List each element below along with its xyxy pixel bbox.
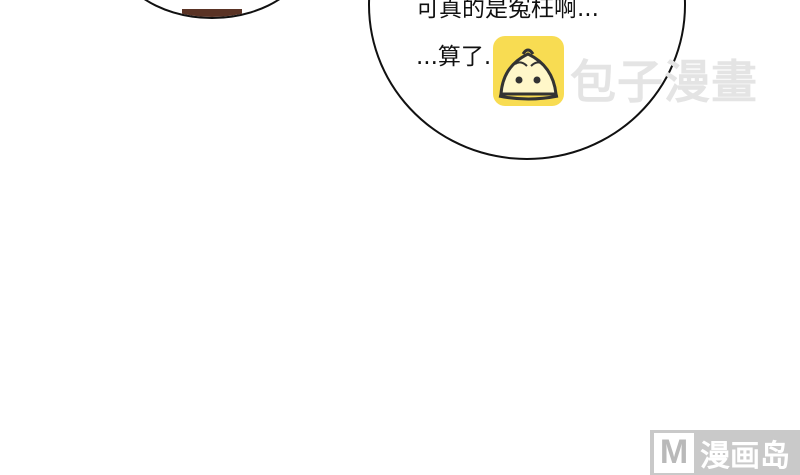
bubble-artwork [182,9,242,17]
steamed-bun-icon [493,36,564,106]
corner-logo: M 漫画岛 [650,430,800,475]
speech-line-1: 可真的是冤枉啊... [416,0,599,22]
corner-logo-badge: M [654,432,694,473]
corner-logo-text: 漫画岛 [700,438,790,474]
watermark-text: 包子漫畫 [570,55,758,109]
partial-speech-bubble [110,0,314,19]
comic-panel: 可真的是冤枉啊... ...算了... 包子漫畫 M 漫画岛 [0,0,800,475]
